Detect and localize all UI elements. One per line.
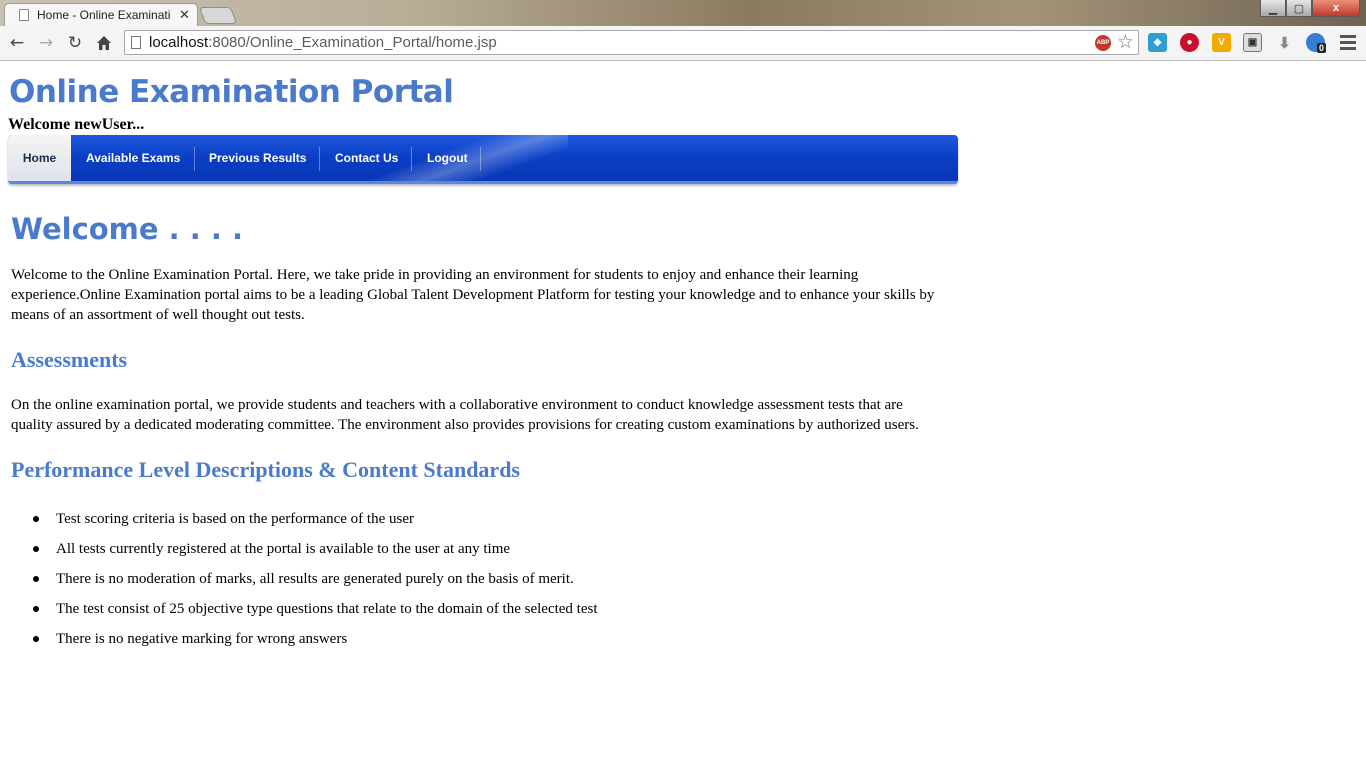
address-bar[interactable]: localhost:8080/Online_Examination_Portal… <box>124 30 1139 55</box>
browser-menu-icon[interactable] <box>1340 33 1356 51</box>
adblock-icon[interactable]: ABP <box>1095 35 1111 51</box>
home-icon <box>97 36 111 50</box>
extension-evernote-icon[interactable]: ▣ <box>1243 33 1262 52</box>
browser-tab[interactable]: Home - Online Examinatic ✕ <box>4 3 198 26</box>
reload-button[interactable]: ↻ <box>64 32 86 54</box>
nav-item-logout[interactable]: Logout <box>427 135 468 181</box>
maximize-icon: ▢ <box>1293 2 1305 15</box>
extension-stop-icon[interactable]: ● <box>1180 33 1199 52</box>
list-item: Test scoring criteria is based on the pe… <box>0 509 598 539</box>
performance-heading: Performance Level Descriptions & Content… <box>11 457 520 482</box>
nav-separator <box>480 147 481 171</box>
window-controls: ▁ ▢ x <box>1260 0 1360 18</box>
nav-item-contact-us[interactable]: Contact Us <box>335 135 398 181</box>
page-icon <box>19 9 29 21</box>
welcome-heading: Welcome . . . . <box>11 212 244 246</box>
browser-titlebar: Home - Online Examinatic ✕ ▁ ▢ x <box>0 0 1366 26</box>
nav-separator <box>411 147 412 171</box>
nav-item-previous-results[interactable]: Previous Results <box>209 135 306 181</box>
forward-arrow-icon: → <box>38 33 54 53</box>
minimize-icon: ▁ <box>1268 2 1278 15</box>
nav-separator <box>319 147 320 171</box>
browser-toolbar: ← → ↻ localhost:8080/Online_Examination_… <box>0 26 1366 61</box>
main-navbar: Home Available Exams Previous Results Co… <box>8 135 958 184</box>
back-button[interactable]: ← <box>6 32 28 54</box>
intro-paragraph: Welcome to the Online Examination Portal… <box>11 267 935 323</box>
home-button[interactable] <box>93 32 115 54</box>
nav-item-available-exams[interactable]: Available Exams <box>86 135 180 181</box>
assessments-paragraph: On the online examination portal, we pro… <box>11 397 919 433</box>
minimize-button[interactable]: ▁ <box>1260 0 1286 17</box>
welcome-user-text: Welcome newUser... <box>8 116 145 133</box>
nav-separator <box>194 147 195 171</box>
list-item: The test consist of 25 objective type qu… <box>0 599 598 629</box>
url-text[interactable]: localhost:8080/Online_Examination_Portal… <box>149 34 497 51</box>
page-icon <box>131 36 141 49</box>
extension-download-icon[interactable]: ⬇ <box>1275 33 1294 52</box>
maximize-button[interactable]: ▢ <box>1286 0 1312 17</box>
extension-user-icon[interactable]: 0 <box>1306 33 1327 53</box>
extension-v-icon[interactable]: V <box>1212 33 1231 52</box>
reload-icon: ↻ <box>67 33 83 53</box>
nav-item-home[interactable]: Home <box>8 135 71 181</box>
list-item: All tests currently registered at the po… <box>0 539 598 569</box>
forward-button[interactable]: → <box>35 32 57 54</box>
extension-layers-icon[interactable]: ◈ <box>1148 33 1167 52</box>
list-item: There is no negative marking for wrong a… <box>0 629 598 659</box>
extension-badge-count: 0 <box>1317 43 1327 53</box>
new-tab-button[interactable] <box>198 7 238 24</box>
site-title: Online Examination Portal <box>9 74 454 110</box>
back-arrow-icon: ← <box>9 33 25 53</box>
standards-list: Test scoring criteria is based on the pe… <box>0 509 598 659</box>
close-icon[interactable]: ✕ <box>179 7 190 23</box>
list-item: There is no moderation of marks, all res… <box>0 569 598 599</box>
tab-title: Home - Online Examinatic <box>37 8 171 22</box>
window-close-button[interactable]: x <box>1312 0 1360 17</box>
assessments-heading: Assessments <box>11 347 128 372</box>
bookmark-star-icon[interactable]: ☆ <box>1117 31 1134 53</box>
